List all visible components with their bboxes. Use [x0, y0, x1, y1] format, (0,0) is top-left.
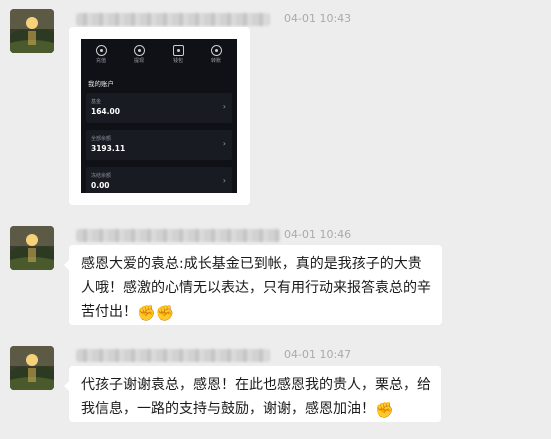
wallet-icon: 钱包 — [163, 45, 193, 64]
fist-emoji-icon: ✊ — [375, 401, 394, 419]
sender-name-blurred — [76, 13, 270, 26]
chevron-right-icon: › — [222, 176, 226, 185]
avatar[interactable] — [10, 226, 54, 270]
sender-name-blurred — [76, 349, 270, 362]
deposit-icon: 充值 — [86, 45, 116, 64]
message-line: 苦付出！ — [81, 304, 137, 320]
text-message[interactable]: 感恩大爱的袁总:成长基金已到帐，真的是我孩子的大贵 人哦！感激的心情无以表达，只… — [64, 245, 442, 325]
chevron-right-icon: › — [222, 102, 226, 111]
sender-name-blurred — [76, 229, 280, 242]
timestamp: 04-01 10:47 — [284, 348, 352, 361]
timestamp: 04-01 10:43 — [284, 12, 352, 25]
withdraw-icon: 提现 — [124, 45, 154, 64]
avatar[interactable] — [10, 346, 54, 390]
message-line: 感恩大爱的袁总:成长基金已到帐，真的是我孩子的大贵 — [81, 256, 422, 272]
image-message[interactable]: 充值 提现 钱包 转账 我的账户 基金 164.00 › 全部余额 3193.1… — [69, 27, 250, 205]
text-message[interactable]: 代孩子谢谢袁总，感恩！在此也感恩我的贵人，栗总，给 我信息，一路的支持与鼓励，谢… — [64, 366, 441, 422]
message-line: 代孩子谢谢袁总，感恩！在此也感恩我的贵人，栗总，给 — [81, 377, 431, 393]
account-row: 冻结余额 0.00 › — [86, 167, 232, 193]
icon-bar: 充值 提现 钱包 转账 — [81, 45, 237, 71]
timestamp: 04-01 10:46 — [284, 228, 352, 241]
account-row: 全部余额 3193.11 › — [86, 130, 232, 160]
account-screenshot: 充值 提现 钱包 转账 我的账户 基金 164.00 › 全部余额 3193.1… — [81, 39, 237, 193]
chevron-right-icon: › — [222, 139, 226, 148]
account-title: 我的账户 — [88, 80, 114, 88]
message-line: 我信息，一路的支持与鼓励，谢谢，感恩加油！ — [81, 401, 375, 417]
account-row: 基金 164.00 › — [86, 93, 232, 123]
fist-emoji-icon: ✊✊ — [137, 304, 175, 322]
message-line: 人哦！感激的心情无以表达，只有用行动来报答袁总的辛 — [81, 280, 431, 296]
avatar[interactable] — [10, 9, 54, 53]
transfer-icon: 转账 — [201, 45, 231, 64]
